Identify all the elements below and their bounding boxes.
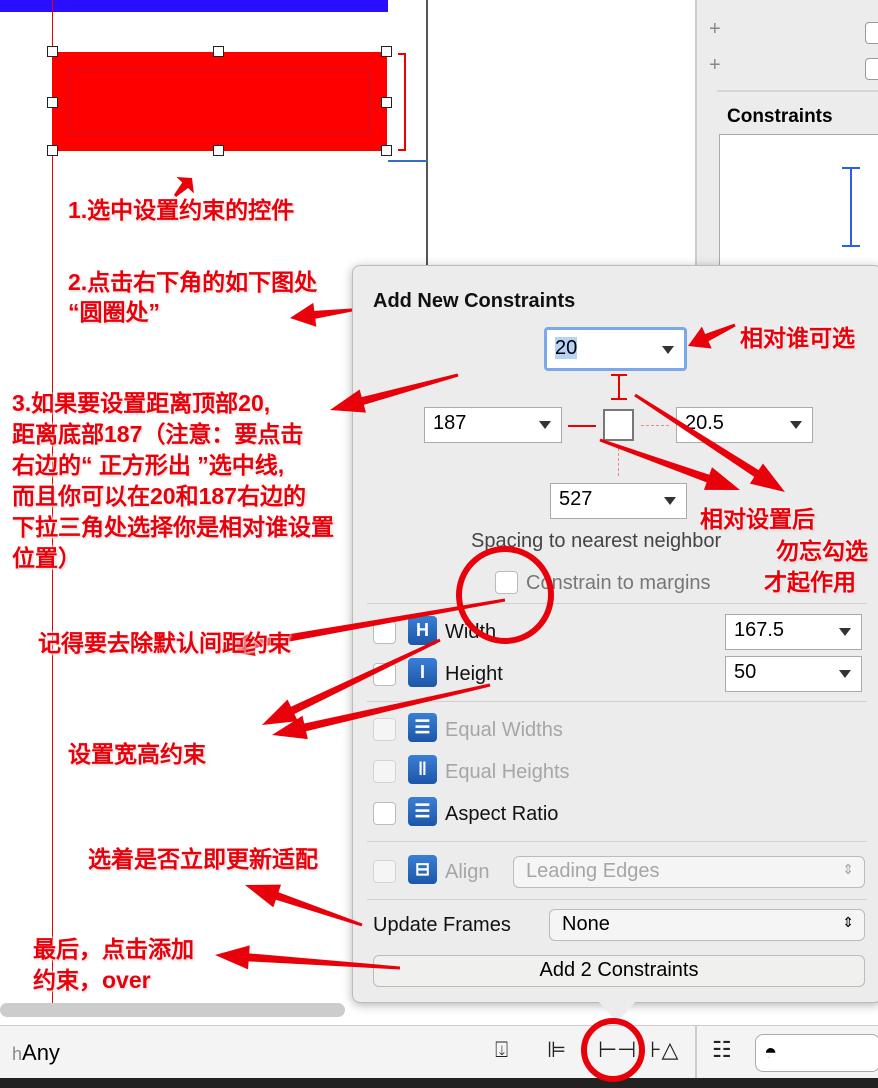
annotation-step2: “圆圈处”	[68, 299, 160, 325]
annotation-step2: 2.点击右下角的如下图处	[68, 269, 318, 295]
annotation-remove-margin: 记得要去除默认间距约束	[38, 630, 291, 656]
annotation-final: 约束，over	[33, 967, 151, 993]
annotation-arrow	[290, 302, 353, 327]
annotation-final: 最后，点击添加	[33, 936, 194, 962]
annotation-size: 设置宽高约束	[68, 741, 206, 767]
annotation-takes-effect: 才起作用	[764, 569, 856, 595]
annotation-relative: 相对谁可选	[740, 325, 855, 351]
annotation-arrow	[173, 176, 194, 198]
annotation-arrow	[330, 373, 459, 413]
highlight-circle	[581, 1018, 645, 1082]
annotation-arrow	[245, 884, 363, 927]
annotation-arrow	[688, 323, 736, 349]
annotation-step3: 3.如果要设置距离顶部20, 距离底部187（注意：要点击 右边的“ 正方形出 ”选…	[12, 390, 334, 571]
annotation-dont-forget: 勿忘勾选	[776, 538, 868, 564]
annotation-arrow	[272, 683, 491, 740]
annotation-after-set: 相对设置后	[700, 506, 815, 532]
annotation-arrow	[215, 945, 401, 970]
annotation-step1: 1.选中设置约束的控件	[68, 197, 295, 223]
annotation-update: 选着是否立即更新适配	[88, 846, 318, 872]
highlight-circle	[456, 546, 554, 644]
